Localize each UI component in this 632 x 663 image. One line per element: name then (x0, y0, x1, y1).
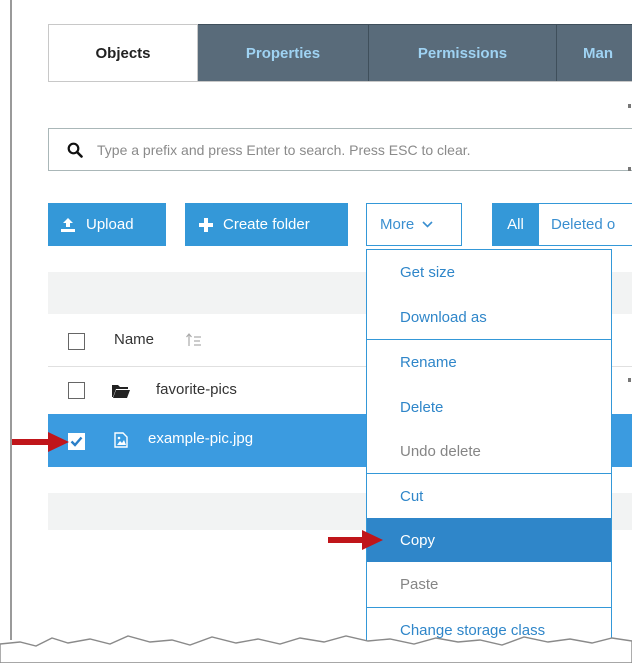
row-checkbox[interactable] (68, 382, 85, 399)
filter-deleted-button[interactable]: Deleted o (539, 203, 632, 246)
create-folder-button[interactable]: Create folder (185, 203, 348, 246)
filter-all-button[interactable]: All (492, 203, 539, 246)
search-icon (67, 142, 83, 158)
menu-item-paste[interactable]: Paste (367, 562, 611, 606)
name-column-header[interactable]: Name (114, 331, 154, 348)
folder-icon (112, 385, 130, 398)
tab-divider (48, 81, 632, 82)
menu-item-copy[interactable]: Copy (367, 518, 611, 562)
menu-item-get-size[interactable]: Get size (367, 250, 611, 294)
upload-icon (61, 217, 75, 232)
menu-item-download-as[interactable]: Download as (367, 295, 611, 339)
menu-item-cut[interactable]: Cut (367, 474, 611, 518)
image-file-icon (114, 432, 128, 448)
menu-item-delete[interactable]: Delete (367, 385, 611, 429)
select-all-checkbox[interactable] (68, 333, 85, 350)
chevron-down-icon (422, 221, 433, 228)
more-menu: Get size Download as Rename Delete Undo … (366, 249, 612, 663)
s3-console-frame: Objects Properties Permissions Man Uploa… (0, 0, 632, 663)
sort-ascending-icon[interactable] (186, 333, 202, 347)
row-checkbox-checked[interactable] (68, 433, 85, 450)
frame-border (10, 0, 12, 640)
row-name-link[interactable]: favorite-pics (156, 381, 237, 398)
upload-button[interactable]: Upload (48, 203, 166, 246)
plus-icon (199, 217, 213, 232)
search-box (48, 128, 632, 171)
tab-objects[interactable]: Objects (48, 24, 198, 82)
checkmark-icon (70, 436, 83, 447)
tab-management[interactable]: Man (557, 24, 632, 82)
upload-label: Upload (86, 216, 134, 233)
menu-item-undo-delete[interactable]: Undo delete (367, 429, 611, 473)
row-name-link[interactable]: example-pic.jpg (148, 430, 253, 447)
annotation-arrow-icon (12, 432, 69, 452)
version-filter: All Deleted o (492, 203, 632, 246)
tab-bar: Objects Properties Permissions Man (48, 24, 632, 82)
edge-mark (628, 104, 631, 108)
more-label: More (380, 216, 415, 233)
tab-properties[interactable]: Properties (198, 24, 369, 82)
search-input[interactable] (95, 140, 619, 159)
edge-mark (628, 378, 631, 382)
edge-mark (628, 167, 631, 171)
annotation-arrow-icon (328, 530, 383, 550)
tab-permissions[interactable]: Permissions (369, 24, 557, 82)
more-dropdown-button[interactable]: More (366, 203, 462, 246)
torn-edge-decoration (0, 635, 632, 663)
menu-item-rename[interactable]: Rename (367, 340, 611, 384)
create-folder-label: Create folder (223, 216, 310, 233)
